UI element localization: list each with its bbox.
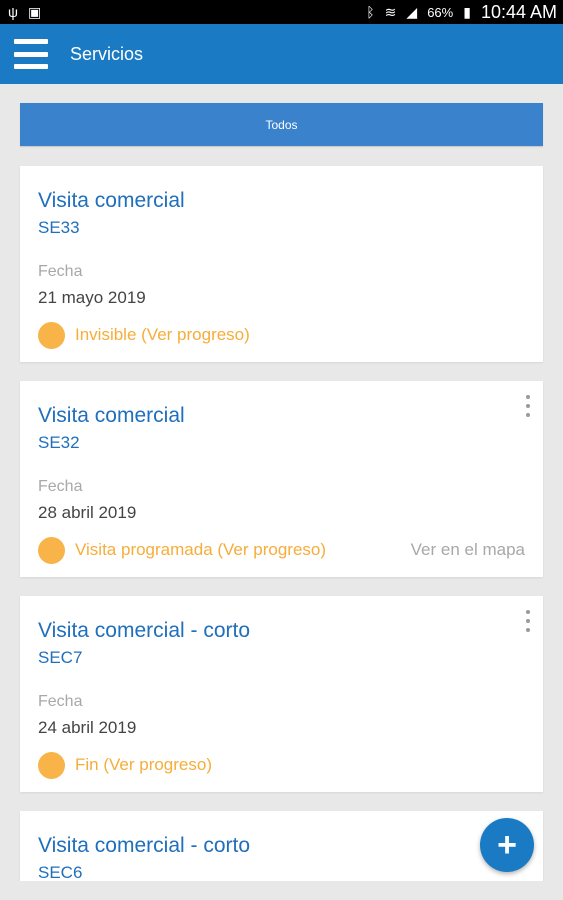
date-label: Fecha	[38, 693, 83, 710]
status-bar: ψ ▣ ᛒ ≋ ◢ 66% ▮ 10:44 AM	[0, 0, 563, 24]
signal-icon: ◢	[406, 4, 418, 20]
service-card[interactable]: Visita comercial SE33 Fecha 21 mayo 2019…	[20, 166, 543, 362]
status-progress-link[interactable]: Invisible (Ver progreso)	[75, 325, 250, 345]
service-title: Visita comercial - corto	[38, 619, 251, 642]
more-vert-icon[interactable]	[523, 395, 533, 417]
tab-todos[interactable]: Todos	[20, 103, 543, 146]
service-card[interactable]: Visita comercial - corto SEC6	[20, 811, 543, 881]
clock: 10:44 AM	[480, 1, 557, 22]
service-code: SEC6	[38, 863, 83, 881]
service-date: 21 mayo 2019	[38, 288, 146, 307]
status-row: Visita programada (Ver progreso) Ver en …	[38, 535, 525, 565]
status-dot-icon	[38, 751, 65, 779]
more-vert-icon[interactable]	[523, 610, 533, 632]
date-label: Fecha	[38, 263, 83, 280]
add-service-button[interactable]: +	[480, 818, 534, 872]
service-list[interactable]: Todos Visita comercial SE33 Fecha 21 may…	[0, 84, 563, 881]
status-progress-link[interactable]: Visita programada (Ver progreso)	[75, 540, 326, 560]
service-code: SEC7	[38, 648, 83, 667]
status-row: Fin (Ver progreso)	[38, 750, 525, 780]
service-date: 28 abril 2019	[38, 503, 137, 522]
view-map-link[interactable]: Ver en el mapa	[411, 540, 525, 560]
wifi-icon: ≋	[384, 4, 397, 20]
bluetooth-icon: ᛒ	[366, 4, 375, 20]
date-label: Fecha	[38, 478, 83, 495]
usb-icon: ψ	[8, 4, 18, 20]
no-sim-icon: ▣	[27, 4, 42, 20]
service-card[interactable]: Visita comercial - corto SEC7 Fecha 24 a…	[20, 596, 543, 792]
battery-level: 66%	[427, 4, 454, 20]
service-code: SE32	[38, 433, 80, 452]
service-code: SE33	[38, 218, 80, 237]
status-progress-link[interactable]: Fin (Ver progreso)	[75, 755, 212, 775]
status-dot-icon	[38, 321, 65, 349]
service-date: 24 abril 2019	[38, 718, 137, 737]
service-title: Visita comercial - corto	[38, 834, 251, 857]
status-dot-icon	[38, 536, 65, 564]
service-title: Visita comercial	[38, 189, 185, 212]
app-bar: Servicios	[0, 24, 563, 84]
battery-icon: ▮	[463, 4, 471, 20]
service-title: Visita comercial	[38, 404, 185, 427]
status-row: Invisible (Ver progreso)	[38, 320, 525, 350]
page-title: Servicios	[70, 43, 144, 64]
service-card[interactable]: Visita comercial SE32 Fecha 28 abril 201…	[20, 381, 543, 577]
menu-icon[interactable]	[14, 39, 48, 69]
bottom-strip	[0, 881, 563, 900]
